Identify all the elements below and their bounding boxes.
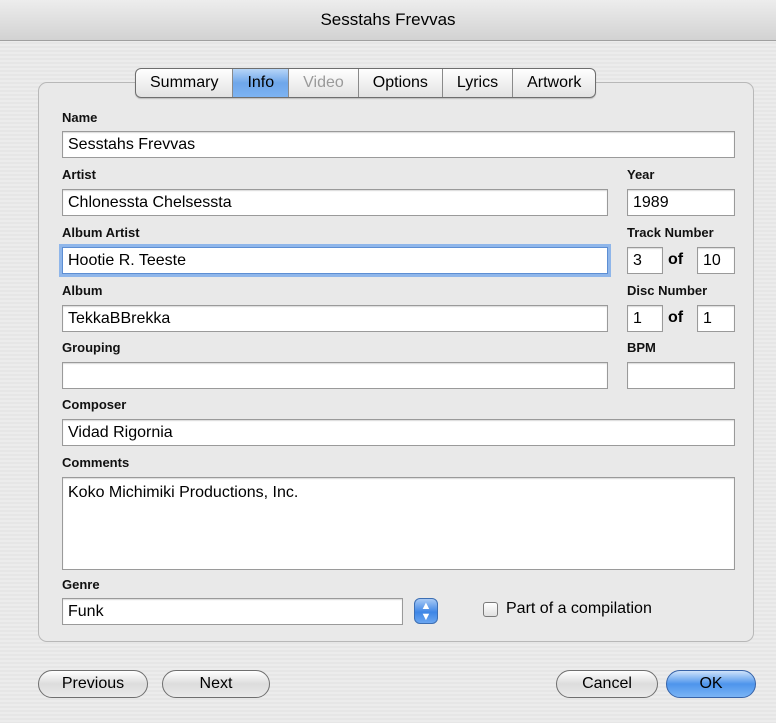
name-label: Name [62,110,98,125]
comments-label: Comments [62,455,130,470]
next-button[interactable]: Next [162,670,270,698]
genre-field[interactable]: Funk [62,598,403,625]
track-number-label: Track Number [627,225,714,240]
name-field[interactable]: Sesstahs Frevvas [62,131,735,158]
album-artist-label: Album Artist [62,225,140,240]
composer-field[interactable]: Vidad Rigornia [62,419,735,446]
album-artist-field[interactable]: Hootie R. Teeste [62,247,608,274]
album-label: Album [62,283,103,298]
genre-popup-button[interactable]: ▲ ▼ [414,598,438,624]
tab-info[interactable]: Info [233,69,290,97]
composer-label: Composer [62,397,127,412]
cancel-button[interactable]: Cancel [556,670,658,698]
disc-number-field[interactable]: 1 [627,305,663,332]
grouping-label: Grouping [62,340,121,355]
compilation-checkbox[interactable] [483,602,498,617]
year-label: Year [627,167,655,182]
tab-artwork[interactable]: Artwork [513,69,595,97]
tab-lyrics[interactable]: Lyrics [443,69,514,97]
bpm-label: BPM [627,340,656,355]
up-down-arrows-icon: ▲ ▼ [420,600,432,623]
tab-summary[interactable]: Summary [136,69,234,97]
track-of-label: of [668,251,684,268]
tab-options[interactable]: Options [359,69,443,97]
grouping-field[interactable] [62,362,608,389]
tab-video: Video [289,69,359,97]
genre-label: Genre [62,577,100,592]
compilation-label[interactable]: Part of a compilation [506,600,652,618]
track-info-window: Sesstahs Frevvas Summary Info Video Opti… [0,0,776,723]
previous-button[interactable]: Previous [38,670,148,698]
window-title: Sesstahs Frevvas [0,0,776,41]
year-field[interactable]: 1989 [627,189,735,216]
artist-field[interactable]: Chlonessta Chelsessta [62,189,608,216]
disc-number-label: Disc Number [627,283,708,298]
artist-label: Artist [62,167,96,182]
ok-button[interactable]: OK [666,670,756,698]
disc-total-field[interactable]: 1 [697,305,735,332]
album-field[interactable]: TekkaBBrekka [62,305,608,332]
track-number-field[interactable]: 3 [627,247,663,274]
tab-bar: Summary Info Video Options Lyrics Artwor… [135,68,597,98]
comments-textarea[interactable]: Koko Michimiki Productions, Inc. [62,477,735,570]
disc-of-label: of [668,309,684,326]
track-total-field[interactable]: 10 [697,247,735,274]
bpm-field[interactable] [627,362,735,389]
